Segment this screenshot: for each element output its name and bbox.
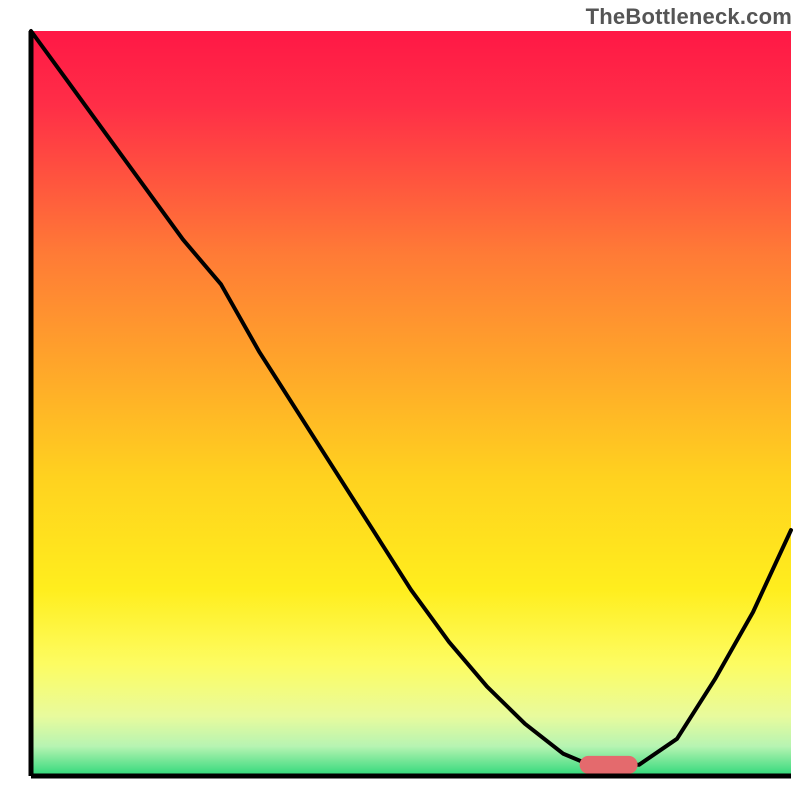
- plot-area: [31, 31, 791, 776]
- chart-container: TheBottleneck.com: [0, 0, 800, 800]
- watermark-text: TheBottleneck.com: [586, 4, 792, 30]
- optimal-marker: [580, 756, 638, 774]
- bottleneck-chart: [0, 0, 800, 800]
